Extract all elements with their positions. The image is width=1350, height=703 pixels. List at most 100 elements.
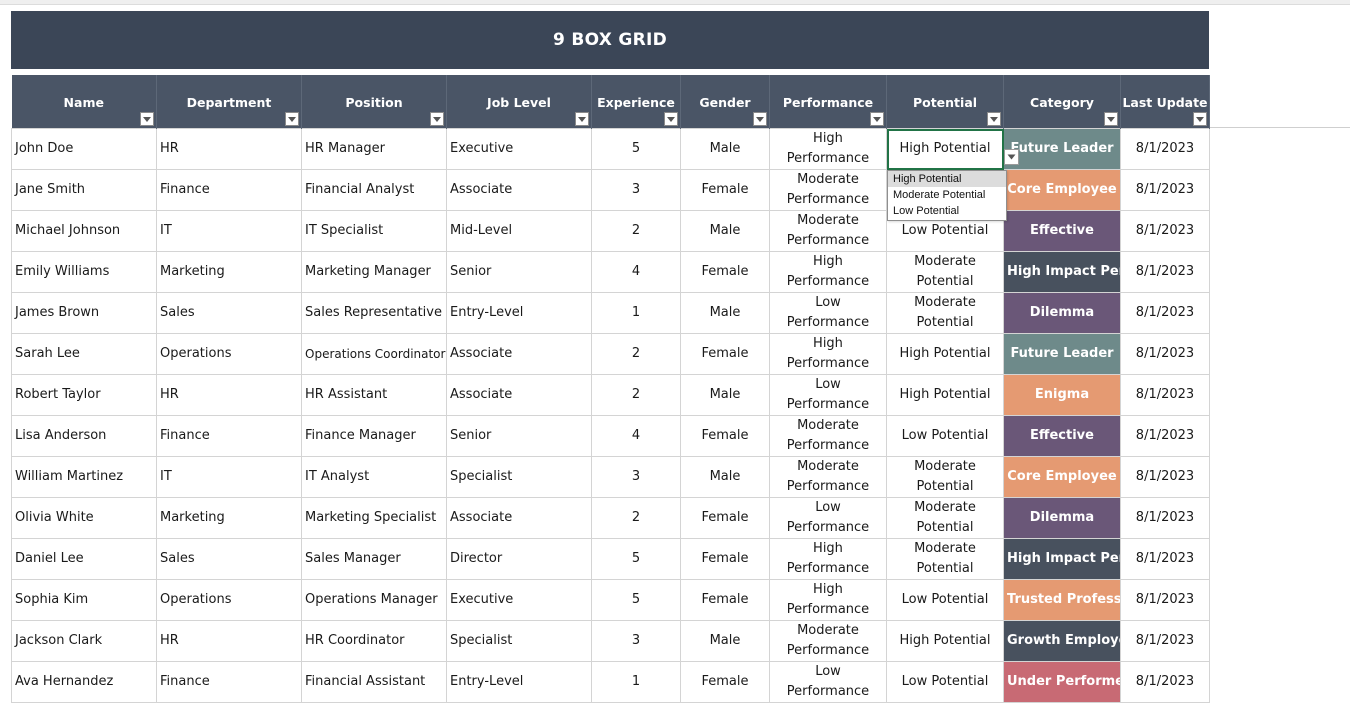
filter-button-department[interactable] — [285, 112, 299, 126]
cell-department[interactable]: HR — [156, 620, 302, 662]
cell-last-update[interactable]: 8/1/2023 — [1120, 292, 1210, 334]
cell-category[interactable]: High Impact Performer — [1003, 251, 1121, 293]
cell-performance[interactable]: Low Performance — [769, 374, 887, 416]
cell-potential[interactable]: High Potential — [886, 333, 1004, 375]
cell-gender[interactable]: Female — [680, 169, 770, 211]
cell-gender[interactable]: Male — [680, 620, 770, 662]
cell-experience[interactable]: 4 — [591, 251, 681, 293]
filter-button-last-update[interactable] — [1193, 112, 1207, 126]
cell-name[interactable]: Emily Williams — [11, 251, 157, 293]
cell-experience[interactable]: 1 — [591, 292, 681, 334]
cell-gender[interactable]: Male — [680, 128, 770, 170]
cell-position[interactable]: HR Manager — [301, 128, 447, 170]
cell-last-update[interactable]: 8/1/2023 — [1120, 169, 1210, 211]
potential-cell-dropdown-button[interactable] — [1004, 149, 1019, 165]
cell-job-level[interactable]: Senior — [446, 251, 592, 293]
cell-gender[interactable]: Female — [680, 333, 770, 375]
cell-performance[interactable]: High Performance — [769, 251, 887, 293]
filter-button-name[interactable] — [140, 112, 154, 126]
cell-category[interactable]: Under Performer — [1003, 661, 1121, 703]
cell-potential[interactable]: Low Potential — [886, 415, 1004, 457]
cell-name[interactable]: Sophia Kim — [11, 579, 157, 621]
cell-category[interactable]: Dilemma — [1003, 292, 1121, 334]
cell-category[interactable]: Growth Employee — [1003, 620, 1121, 662]
cell-category[interactable]: Effective — [1003, 210, 1121, 252]
cell-name[interactable]: Lisa Anderson — [11, 415, 157, 457]
dropdown-option-moderate-potential[interactable]: Moderate Potential — [888, 187, 1006, 203]
cell-department[interactable]: Sales — [156, 538, 302, 580]
filter-button-gender[interactable] — [753, 112, 767, 126]
cell-name[interactable]: Jane Smith — [11, 169, 157, 211]
cell-performance[interactable]: High Performance — [769, 579, 887, 621]
cell-category[interactable]: Core Employee — [1003, 169, 1121, 211]
cell-last-update[interactable]: 8/1/2023 — [1120, 333, 1210, 375]
cell-position[interactable]: Sales Representative — [301, 292, 447, 334]
cell-experience[interactable]: 5 — [591, 538, 681, 580]
cell-last-update[interactable]: 8/1/2023 — [1120, 251, 1210, 293]
cell-job-level[interactable]: Associate — [446, 374, 592, 416]
cell-category[interactable]: Core Employee — [1003, 456, 1121, 498]
cell-performance[interactable]: High Performance — [769, 128, 887, 170]
cell-department[interactable]: Sales — [156, 292, 302, 334]
cell-name[interactable]: Olivia White — [11, 497, 157, 539]
cell-gender[interactable]: Male — [680, 292, 770, 334]
cell-experience[interactable]: 5 — [591, 128, 681, 170]
cell-last-update[interactable]: 8/1/2023 — [1120, 415, 1210, 457]
cell-experience[interactable]: 2 — [591, 497, 681, 539]
cell-performance[interactable]: Moderate Performance — [769, 210, 887, 252]
cell-experience[interactable]: 3 — [591, 456, 681, 498]
cell-department[interactable]: Finance — [156, 661, 302, 703]
cell-experience[interactable]: 2 — [591, 210, 681, 252]
cell-experience[interactable]: 2 — [591, 374, 681, 416]
cell-position[interactable]: HR Coordinator — [301, 620, 447, 662]
cell-performance[interactable]: Low Performance — [769, 292, 887, 334]
cell-job-level[interactable]: Associate — [446, 169, 592, 211]
cell-position[interactable]: Operations Coordinator — [301, 333, 447, 375]
dropdown-option-low-potential[interactable]: Low Potential — [888, 203, 1006, 219]
cell-job-level[interactable]: Senior — [446, 415, 592, 457]
cell-experience[interactable]: 2 — [591, 333, 681, 375]
cell-department[interactable]: IT — [156, 210, 302, 252]
cell-experience[interactable]: 4 — [591, 415, 681, 457]
cell-position[interactable]: Finance Manager — [301, 415, 447, 457]
cell-gender[interactable]: Male — [680, 210, 770, 252]
cell-last-update[interactable]: 8/1/2023 — [1120, 210, 1210, 252]
cell-department[interactable]: Operations — [156, 579, 302, 621]
cell-name[interactable]: Daniel Lee — [11, 538, 157, 580]
cell-potential[interactable]: Low Potential — [886, 661, 1004, 703]
cell-gender[interactable]: Female — [680, 251, 770, 293]
cell-category[interactable]: Dilemma — [1003, 497, 1121, 539]
cell-name[interactable]: Ava Hernandez — [11, 661, 157, 703]
cell-job-level[interactable]: Associate — [446, 497, 592, 539]
cell-performance[interactable]: Moderate Performance — [769, 169, 887, 211]
cell-name[interactable]: Michael Johnson — [11, 210, 157, 252]
cell-name[interactable]: James Brown — [11, 292, 157, 334]
cell-potential[interactable]: High Potential — [886, 620, 1004, 662]
cell-name[interactable]: Robert Taylor — [11, 374, 157, 416]
cell-last-update[interactable]: 8/1/2023 — [1120, 497, 1210, 539]
cell-last-update[interactable]: 8/1/2023 — [1120, 128, 1210, 170]
cell-performance[interactable]: Moderate Performance — [769, 620, 887, 662]
cell-performance[interactable]: Moderate Performance — [769, 415, 887, 457]
cell-department[interactable]: IT — [156, 456, 302, 498]
cell-position[interactable]: Financial Analyst — [301, 169, 447, 211]
cell-performance[interactable]: High Performance — [769, 333, 887, 375]
cell-gender[interactable]: Male — [680, 374, 770, 416]
cell-category[interactable]: Trusted Professional — [1003, 579, 1121, 621]
cell-position[interactable]: Marketing Specialist — [301, 497, 447, 539]
cell-experience[interactable]: 1 — [591, 661, 681, 703]
cell-category[interactable]: Future Leader — [1003, 128, 1121, 170]
filter-button-performance[interactable] — [870, 112, 884, 126]
cell-name[interactable]: Sarah Lee — [11, 333, 157, 375]
cell-name[interactable]: John Doe — [11, 128, 157, 170]
cell-gender[interactable]: Female — [680, 497, 770, 539]
cell-category[interactable]: High Impact Performer — [1003, 538, 1121, 580]
cell-potential[interactable]: Low Potential — [886, 579, 1004, 621]
cell-position[interactable]: IT Specialist — [301, 210, 447, 252]
cell-position[interactable]: HR Assistant — [301, 374, 447, 416]
cell-potential[interactable]: Moderate Potential — [886, 538, 1004, 580]
cell-category[interactable]: Effective — [1003, 415, 1121, 457]
cell-department[interactable]: Finance — [156, 415, 302, 457]
cell-department[interactable]: Marketing — [156, 251, 302, 293]
cell-job-level[interactable]: Entry-Level — [446, 292, 592, 334]
